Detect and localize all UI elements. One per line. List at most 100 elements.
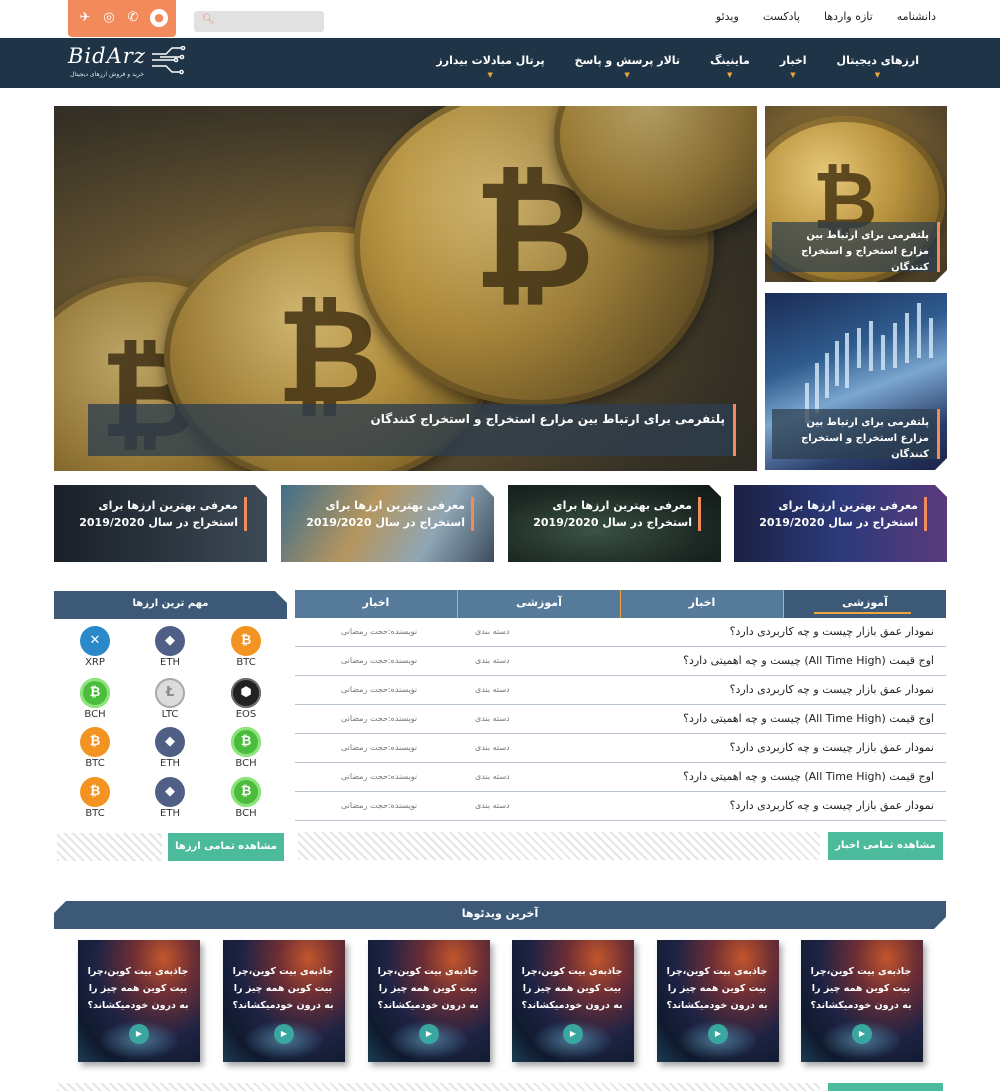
video-card[interactable]: جاذبه‌ی بیت کوین،چرا بیت کوین همه چیز را…: [801, 940, 923, 1062]
currency-ltc[interactable]: Ł LTC: [140, 678, 200, 724]
ethereum-icon: ◆: [155, 626, 185, 656]
caret-down-icon: ▼: [624, 71, 630, 79]
post-category[interactable]: دسته بندی: [475, 714, 510, 723]
logo-tagline: خرید و فروش ارزهای دیجیتال: [70, 71, 144, 78]
card-title: معرفی بهترین ارزها برای استخراج در سال 2…: [65, 497, 247, 531]
post-author: نویسنده:حجت رمضانی: [341, 714, 418, 723]
list-item[interactable]: نمودار عمق بازار چیست و چه کاربردی دارد؟…: [295, 734, 946, 763]
video-card[interactable]: جاذبه‌ی بیت کوین،چرا بیت کوین همه چیز را…: [657, 940, 779, 1062]
list-item[interactable]: اوج قیمت (All Time High) چیست و چه اهمیت…: [295, 763, 946, 792]
post-category[interactable]: دسته بندی: [475, 772, 510, 781]
currency-eth[interactable]: ◆ ETH: [140, 777, 200, 823]
article-card-4[interactable]: معرفی بهترین ارزها برای استخراج در سال 2…: [734, 485, 947, 562]
location-pin-icon[interactable]: ●: [150, 9, 168, 27]
search-input[interactable]: [216, 13, 316, 30]
hero-slide[interactable]: ₿ ₿ ₿ پلتفرمی برای ارتباط بین مزارع استخ…: [54, 106, 757, 471]
corner-cut: [935, 485, 947, 497]
side-slide-1[interactable]: ₿ پلتفرمی برای ارتباط بین مزارع استخراج …: [765, 106, 947, 282]
currency-eth[interactable]: ◆ ETH: [140, 727, 200, 773]
menu-mining[interactable]: ماینینگ ▼: [695, 38, 765, 88]
menu-news[interactable]: اخبار ▼: [765, 38, 822, 88]
side-caption-1: پلتفرمی برای ارتباط بین مزارع استخراج و …: [772, 222, 940, 273]
divider-hatch: [57, 1083, 820, 1091]
currency-eos[interactable]: ⬢ EOS: [216, 678, 276, 724]
currency-bch[interactable]: ₿ BCH: [216, 777, 276, 823]
video-card[interactable]: جاذبه‌ی بیت کوین،چرا بیت کوین همه چیز را…: [223, 940, 345, 1062]
tab-label: اخبار: [362, 596, 390, 609]
side-slide-2[interactable]: پلتفرمی برای ارتباط بین مزارع استخراج و …: [765, 293, 947, 470]
currency-btc[interactable]: ₿ BTC: [216, 626, 276, 672]
play-icon[interactable]: ▶: [708, 1024, 728, 1044]
menu-exchange-portal[interactable]: پرتال مبادلات بیدارز ▼: [421, 38, 559, 88]
site-logo[interactable]: BidArz خرید و فروش ارزهای دیجیتال: [68, 44, 188, 82]
view-all-news-button[interactable]: مشاهده تمامی اخبار: [828, 832, 943, 860]
tab-news[interactable]: اخبار: [620, 590, 783, 618]
article-card-1[interactable]: معرفی بهترین ارزها برای استخراج در سال 2…: [54, 485, 267, 562]
currency-symbol: BCH: [235, 808, 257, 819]
instagram-icon[interactable]: ◎: [100, 9, 118, 27]
post-category[interactable]: دسته بندی: [475, 801, 510, 810]
post-title[interactable]: اوج قیمت (All Time High) چیست و چه اهمیت…: [683, 654, 934, 667]
play-icon[interactable]: ▶: [852, 1024, 872, 1044]
post-title[interactable]: نمودار عمق بازار چیست و چه کاربردی دارد؟: [730, 799, 934, 812]
hero-caption[interactable]: پلتفرمی برای ارتباط بین مزارع استخراج و …: [88, 404, 736, 456]
currency-bch[interactable]: ₿ BCH: [216, 727, 276, 773]
list-item[interactable]: نمودار عمق بازار چیست و چه کاربردی دارد؟…: [295, 792, 946, 821]
post-category[interactable]: دسته بندی: [475, 656, 510, 665]
currency-symbol: BCH: [235, 758, 257, 769]
article-card-3[interactable]: معرفی بهترین ارزها برای استخراج در سال 2…: [508, 485, 721, 562]
currency-btc[interactable]: ₿ BTC: [65, 727, 125, 773]
video-title: جاذبه‌ی بیت کوین،چرا بیت کوین همه چیز را…: [666, 966, 768, 1011]
list-item[interactable]: نمودار عمق بازار چیست و چه کاربردی دارد؟…: [295, 618, 946, 647]
post-title[interactable]: اوج قیمت (All Time High) چیست و چه اهمیت…: [683, 712, 934, 725]
menu-digital-currencies[interactable]: ارزهای دیجیتال ▼: [822, 38, 934, 88]
play-icon[interactable]: ▶: [129, 1024, 149, 1044]
video-card[interactable]: جاذبه‌ی بیت کوین،چرا بیت کوین همه چیز را…: [368, 940, 490, 1062]
post-title[interactable]: نمودار عمق بازار چیست و چه کاربردی دارد؟: [730, 625, 934, 638]
video-card[interactable]: جاذبه‌ی بیت کوین،چرا بیت کوین همه چیز را…: [512, 940, 634, 1062]
currency-symbol: ETH: [160, 808, 180, 819]
play-icon[interactable]: ▶: [274, 1024, 294, 1044]
toplink-encyclopedia[interactable]: دانشنامه: [897, 10, 936, 23]
circuit-icon: [152, 46, 186, 75]
ethereum-icon: ◆: [155, 777, 185, 807]
list-item[interactable]: اوج قیمت (All Time High) چیست و چه اهمیت…: [295, 705, 946, 734]
currency-btc[interactable]: ₿ BTC: [65, 777, 125, 823]
search-icon[interactable]: 🔍︎: [202, 14, 215, 25]
social-links: ✈ ◎ ✆ ●: [68, 0, 176, 37]
toplink-video[interactable]: ویدئو: [716, 10, 739, 23]
search-box[interactable]: 🔍︎: [194, 11, 324, 32]
list-item[interactable]: نمودار عمق بازار چیست و چه کاربردی دارد؟…: [295, 676, 946, 705]
post-title[interactable]: نمودار عمق بازار چیست و چه کاربردی دارد؟: [730, 683, 934, 696]
toplink-podcast[interactable]: پادکست: [763, 10, 800, 23]
video-card[interactable]: جاذبه‌ی بیت کوین،چرا بیت کوین همه چیز را…: [78, 940, 200, 1062]
post-title[interactable]: اوج قیمت (All Time High) چیست و چه اهمیت…: [683, 770, 934, 783]
tab-educational-2[interactable]: آموزشی: [457, 590, 620, 618]
currency-xrp[interactable]: ✕ XRP: [65, 626, 125, 672]
article-card-2[interactable]: معرفی بهترین ارزها برای استخراج در سال 2…: [281, 485, 494, 562]
phone-icon[interactable]: ✆: [124, 9, 142, 27]
currency-bch[interactable]: ₿ BCH: [65, 678, 125, 724]
tab-news-2[interactable]: اخبار: [295, 590, 457, 618]
currency-symbol: ETH: [160, 758, 180, 769]
top-links: دانشنامه تازه واردها پادکست ویدئو: [716, 10, 936, 23]
toplink-newcomers[interactable]: تازه واردها: [824, 10, 873, 23]
post-title[interactable]: نمودار عمق بازار چیست و چه کاربردی دارد؟: [730, 741, 934, 754]
main-navbar: BidArz خرید و فروش ارزهای دیجیتال ارزهای…: [0, 38, 1000, 88]
post-category[interactable]: دسته بندی: [475, 743, 510, 752]
tab-label: آموزشی: [842, 596, 888, 609]
telegram-icon[interactable]: ✈: [76, 9, 94, 27]
currency-eth[interactable]: ◆ ETH: [140, 626, 200, 672]
tab-educational[interactable]: آموزشی: [783, 590, 946, 618]
bitcoin-icon: ₿: [231, 626, 261, 656]
play-icon[interactable]: ▶: [419, 1024, 439, 1044]
menu-qa-forum[interactable]: تالار پرسش و پاسخ ▼: [560, 38, 695, 88]
corner-cut: [935, 458, 947, 470]
view-all-videos-button[interactable]: [828, 1083, 943, 1091]
post-category[interactable]: دسته بندی: [475, 627, 510, 636]
post-category[interactable]: دسته بندی: [475, 685, 510, 694]
play-icon[interactable]: ▶: [563, 1024, 583, 1044]
view-all-currencies-button[interactable]: مشاهده تمامی ارزها: [168, 833, 284, 861]
currencies-header: مهم ترین ارزها: [54, 591, 287, 619]
list-item[interactable]: اوج قیمت (All Time High) چیست و چه اهمیت…: [295, 647, 946, 676]
